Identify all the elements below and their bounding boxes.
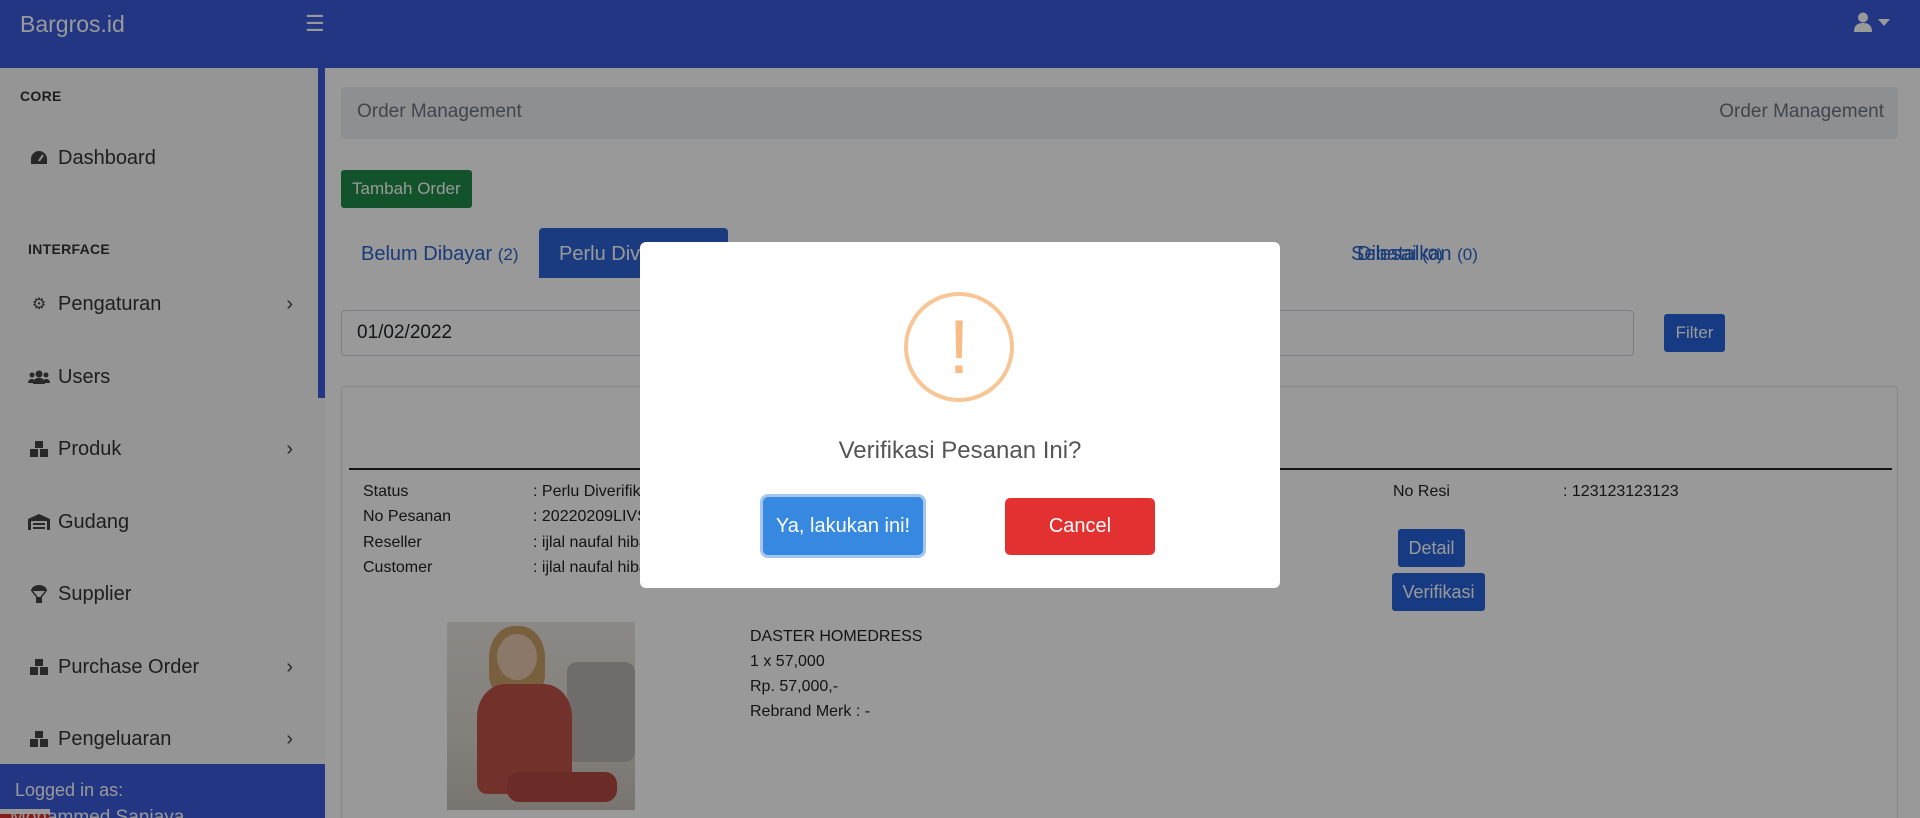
dialog-title: Verifikasi Pesanan Ini? bbox=[838, 437, 1082, 464]
confirm-button[interactable]: Ya, lakukan ini! bbox=[763, 497, 923, 555]
confirm-dialog: ! Verifikasi Pesanan Ini? Ya, lakukan in… bbox=[640, 242, 1280, 588]
cancel-button[interactable]: Cancel bbox=[1005, 498, 1155, 555]
warning-icon: ! bbox=[904, 292, 1014, 402]
